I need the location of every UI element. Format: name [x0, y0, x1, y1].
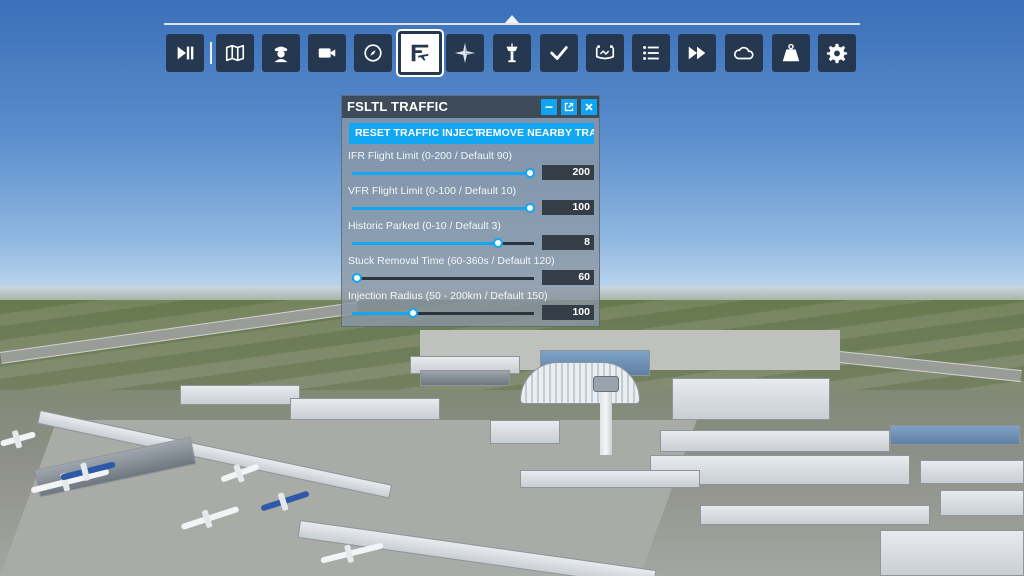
gate-pier: [520, 470, 700, 488]
setting-label: Injection Radius (50 - 200km / Default 1…: [348, 290, 548, 302]
remove-nearby-traffic-button[interactable]: REMOVE NEARBY TRAF: [478, 127, 594, 139]
toolbar-button-pilot[interactable]: [262, 34, 300, 72]
weight-icon: [782, 43, 800, 62]
pilot-icon: [274, 46, 288, 63]
injection-radius-slider[interactable]: [352, 308, 534, 318]
parking-structure: [890, 425, 1020, 445]
building: [180, 385, 300, 405]
toolbar-caret: [505, 15, 519, 23]
action-bar: RESET TRAFFIC INJECT REMOVE NEARBY TRAF: [349, 123, 594, 144]
building: [920, 460, 1024, 484]
toolbar-button-weather[interactable]: [725, 34, 763, 72]
setting-label: Stuck Removal Time (60-360s / Default 12…: [348, 255, 555, 267]
toolbar-button-camera[interactable]: [308, 34, 346, 72]
fsltl-traffic-panel: FSLTL TRAFFIC RESET TRAFFIC INJECT REMOV…: [341, 95, 600, 327]
toolbar-button-atc[interactable]: [493, 34, 531, 72]
gate-pier: [700, 505, 930, 525]
setting-label: VFR Flight Limit (0-100 / Default 10): [348, 185, 517, 197]
slider-handle[interactable]: [525, 203, 535, 213]
toolbar-button-weight-balance[interactable]: [586, 34, 624, 72]
slider-fill: [352, 242, 498, 245]
top-toolbar: [166, 29, 866, 77]
panel-title: FSLTL TRAFFIC: [347, 99, 449, 114]
settings-gear-icon: [826, 43, 848, 64]
nav-star-icon: [454, 42, 476, 64]
list-icon: [643, 46, 659, 60]
toolbar-button-navlog[interactable]: [354, 34, 392, 72]
building: [290, 398, 440, 420]
building: [940, 490, 1024, 516]
setting-label: Historic Parked (0-10 / Default 3): [348, 220, 501, 232]
vfr-flight-limit-value[interactable]: 100: [542, 200, 594, 215]
toolbar-button-checklist[interactable]: [540, 34, 578, 72]
toolbar-button-list[interactable]: [632, 34, 670, 72]
control-tower-cab: [593, 376, 619, 392]
ifr-flight-limit-slider[interactable]: [352, 168, 535, 178]
terminal-2-satellite: [660, 430, 890, 452]
toolbar-button-fsltl[interactable]: [396, 29, 444, 77]
slider-fill: [352, 312, 413, 315]
map-icon: [225, 44, 245, 62]
injection-radius-value[interactable]: 100: [542, 305, 594, 320]
close-icon: [585, 103, 593, 111]
toolbar-line: [164, 23, 860, 25]
play-pause-icon: [177, 46, 194, 60]
toolbar-button-vfr-map[interactable]: [446, 34, 484, 72]
toolbar-button-play-pause[interactable]: [166, 34, 212, 72]
ifr-flight-limit-value[interactable]: 200: [542, 165, 594, 180]
checklist-check-icon: [550, 46, 568, 60]
close-button[interactable]: [581, 99, 597, 115]
fast-forward-icon: [688, 46, 706, 60]
historic-parked-value[interactable]: 8: [542, 235, 594, 250]
toolbar-button-map[interactable]: [216, 34, 254, 72]
compass-icon: [364, 44, 382, 62]
external-window-icon: [564, 102, 574, 112]
slider-handle[interactable]: [352, 273, 362, 283]
slider-handle[interactable]: [525, 168, 535, 178]
undock-button[interactable]: [561, 99, 577, 115]
toolbar-button-sim-rate[interactable]: [678, 34, 716, 72]
control-tower: [600, 385, 612, 455]
stuck-removal-time-value[interactable]: 60: [542, 270, 594, 285]
atc-tower-icon: [506, 43, 518, 63]
historic-parked-slider[interactable]: [352, 238, 534, 248]
minimize-icon: [545, 106, 553, 108]
setting-label: IFR Flight Limit (0-200 / Default 90): [348, 150, 512, 162]
panel-header: FSLTL TRAFFIC: [342, 96, 599, 118]
hotel-building: [672, 378, 830, 420]
fsltl-logo-icon: [411, 44, 429, 62]
toolbar-separator: [210, 42, 212, 64]
slider-handle[interactable]: [408, 308, 418, 318]
toolbar-button-fuel-payload[interactable]: [772, 34, 810, 72]
toolbar-button-settings[interactable]: [818, 34, 856, 72]
slider-handle[interactable]: [493, 238, 503, 248]
weather-cloud-icon: [734, 46, 754, 60]
minimize-button[interactable]: [541, 99, 557, 115]
camera-icon: [318, 48, 336, 58]
building: [420, 370, 510, 386]
terminal-building: [880, 530, 1024, 576]
terminal-dome: [520, 362, 640, 404]
building: [490, 420, 560, 444]
slider-fill: [352, 207, 534, 210]
weight-balance-icon: [595, 45, 615, 60]
slider-fill: [352, 172, 534, 175]
reset-traffic-inject-button[interactable]: RESET TRAFFIC INJECT: [355, 127, 480, 139]
stuck-removal-time-slider[interactable]: [352, 273, 534, 283]
vfr-flight-limit-slider[interactable]: [352, 203, 535, 213]
